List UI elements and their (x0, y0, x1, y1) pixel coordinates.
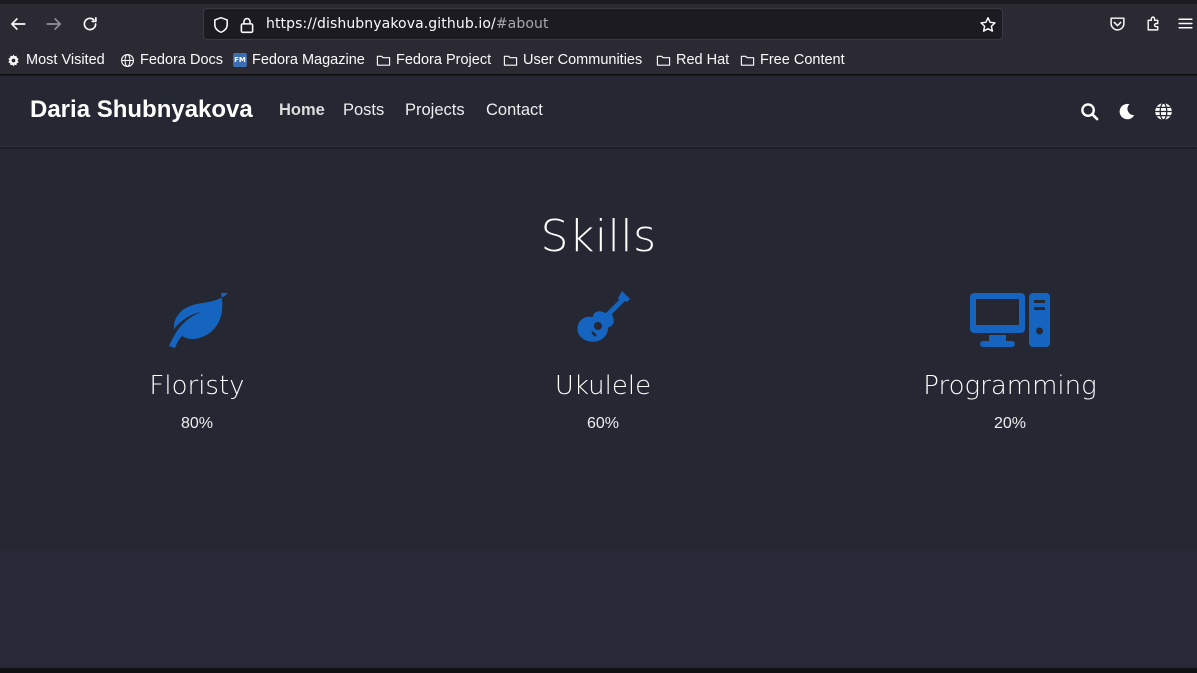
nav-contact[interactable]: Contact (486, 101, 543, 120)
puzzle-icon (1146, 16, 1158, 31)
reload-icon (83, 16, 97, 31)
menu-button[interactable] (1175, 13, 1195, 33)
web-page: Daria Shubnyakova Home Posts Projects Co… (0, 76, 1197, 668)
arrow-right-icon (46, 18, 62, 30)
address-bar[interactable]: https://dishubnyakova.github.io/#about (203, 8, 1003, 40)
folder-icon (740, 55, 755, 66)
skill-percent: 60% (586, 415, 620, 432)
bookmark-label: User Communities (523, 52, 643, 68)
reload-button[interactable] (78, 12, 102, 36)
site-brand[interactable]: Daria Shubnyakova (30, 96, 253, 124)
bookmark-free-content[interactable]: Free Content (740, 51, 845, 69)
nav-projects[interactable]: Projects (405, 101, 465, 120)
bookmark-label: Fedora Magazine (252, 52, 365, 68)
skills-section: Skills Floristy 80% Ukulele 60% Programm… (0, 149, 1197, 550)
skill-name: Ukulele (554, 371, 652, 401)
nav-posts[interactable]: Posts (343, 101, 384, 120)
search-icon (1080, 102, 1098, 120)
back-button[interactable] (6, 12, 30, 36)
gear-icon (8, 53, 19, 67)
bookmark-most-visited[interactable]: Most Visited (6, 51, 105, 69)
bookmark-fedora-docs[interactable]: Fedora Docs (120, 51, 223, 69)
browser-toolbar: https://dishubnyakova.github.io/#about (0, 0, 1197, 46)
skill-card-ukulele: Ukulele 60% (453, 289, 753, 433)
arrow-left-icon (10, 18, 26, 30)
desktop-background-strip (0, 668, 1197, 673)
bookmark-label: Red Hat (676, 52, 730, 68)
url-host: https://dishubnyakova.github.io/ (266, 16, 496, 32)
bookmark-label: Free Content (760, 52, 845, 68)
bookmarks-bar: Most Visited Fedora Docs FM Fedora Magaz… (0, 46, 1197, 75)
language-button[interactable] (1152, 100, 1174, 122)
folder-icon (656, 55, 671, 66)
forward-button[interactable] (42, 12, 66, 36)
window-edge (0, 0, 1197, 4)
folder-icon (503, 55, 518, 66)
skill-name: Floristy (149, 371, 245, 401)
bookmark-label: Fedora Docs (140, 52, 224, 68)
theme-toggle[interactable] (1115, 100, 1137, 122)
bookmark-red-hat[interactable]: Red Hat (656, 51, 729, 69)
star-icon[interactable] (979, 16, 997, 34)
lock-icon[interactable] (238, 16, 256, 34)
pocket-icon (1109, 16, 1125, 31)
skill-card-floristy: Floristy 80% (47, 289, 347, 433)
bookmark-label: Fedora Project (396, 52, 492, 68)
skill-name: Programming (923, 371, 1097, 401)
leaf-icon (47, 289, 347, 351)
shield-icon[interactable] (212, 16, 230, 34)
url-fragment: #about (495, 16, 549, 32)
extensions-button[interactable] (1143, 13, 1163, 33)
hamburger-icon (1177, 18, 1193, 28)
bookmark-fedora-magazine[interactable]: FM Fedora Magazine (233, 51, 365, 69)
fedora-magazine-icon: FM (233, 53, 247, 67)
skill-percent: 80% (180, 415, 214, 432)
globe-icon (121, 53, 134, 67)
skills-title: Skills (540, 211, 657, 262)
nav-home[interactable]: Home (279, 101, 325, 120)
globe-icon (1154, 102, 1172, 120)
folder-icon (376, 55, 391, 66)
site-header: Daria Shubnyakova Home Posts Projects Co… (0, 76, 1197, 147)
guitar-icon (453, 289, 753, 351)
next-section (0, 550, 1197, 668)
skill-percent: 20% (993, 415, 1027, 432)
search-button[interactable] (1078, 100, 1100, 122)
bookmark-label: Most Visited (26, 52, 105, 68)
url-text[interactable]: https://dishubnyakova.github.io/#about (266, 16, 549, 32)
moon-icon (1119, 103, 1134, 119)
skill-card-programming: Programming 20% (860, 289, 1160, 433)
bookmark-fedora-project[interactable]: Fedora Project (376, 51, 491, 69)
pocket-button[interactable] (1107, 13, 1127, 33)
desktop-icon (860, 289, 1160, 351)
bookmark-user-communities[interactable]: User Communities (503, 51, 642, 69)
